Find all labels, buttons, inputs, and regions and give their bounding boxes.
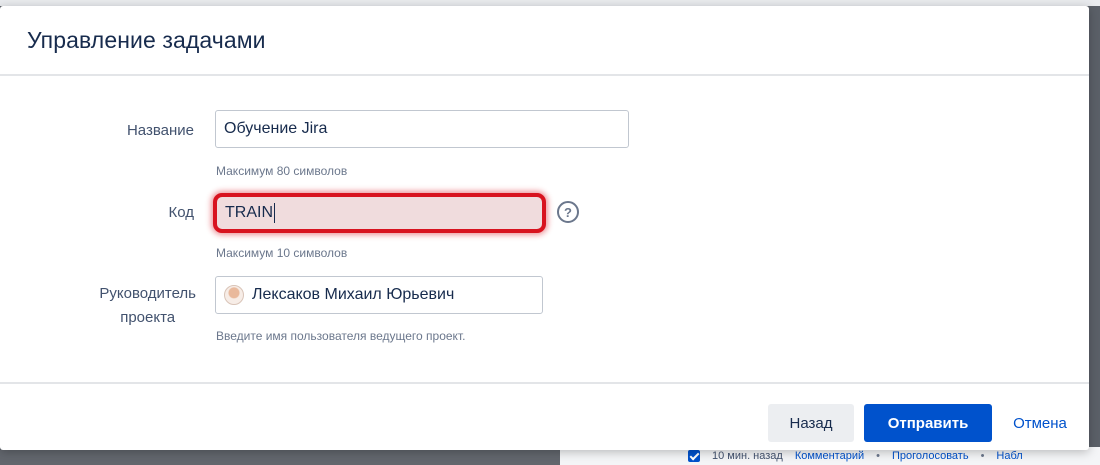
name-label: Название xyxy=(126,122,194,139)
name-input[interactable]: Обучение Jira xyxy=(215,110,629,148)
lead-label-line2: проекта xyxy=(120,309,176,326)
separator-dot-icon: • xyxy=(980,450,985,462)
user-avatar-icon xyxy=(224,285,244,305)
project-dialog: Управление задачами Название Обучение Ji… xyxy=(0,6,1089,450)
question-circle-icon[interactable]: ? xyxy=(557,201,579,223)
dialog-header: Управление задачами xyxy=(0,6,1089,76)
separator-dot-icon: • xyxy=(876,450,880,462)
cancel-link[interactable]: Отмена xyxy=(1002,404,1078,442)
dialog-title: Управление задачами xyxy=(27,26,266,53)
project-form: Название Обучение Jira Максимум 80 симво… xyxy=(0,76,1089,382)
lead-input-value: Лексаков Михаил Юрьевич xyxy=(252,286,455,303)
code-label: Код xyxy=(168,204,194,221)
code-hint: Максимум 10 символов xyxy=(216,246,348,260)
lead-hint: Введите имя пользователя ведущего проект… xyxy=(216,329,466,343)
dialog-footer: Назад Отправить Отмена xyxy=(0,382,1089,450)
lead-input[interactable]: Лексаков Михаил Юрьевич xyxy=(215,276,543,314)
text-cursor xyxy=(274,203,275,223)
checkbox-icon xyxy=(688,450,700,462)
lead-label: Руководитель проекта xyxy=(99,282,196,330)
lead-label-line1: Руководитель xyxy=(99,285,196,302)
back-button[interactable]: Назад xyxy=(768,404,854,442)
name-hint: Максимум 80 символов xyxy=(216,164,348,178)
background-time-ago: 10 мин. назад xyxy=(712,450,783,462)
background-comment-link: Комментарий xyxy=(794,450,865,462)
screen: 10 мин. назад Комментарий • Проголосоват… xyxy=(0,0,1100,465)
code-input-value: TRAIN xyxy=(225,204,273,221)
name-input-value: Обучение Jira xyxy=(224,120,328,137)
background-vote-link: Проголосовать xyxy=(892,450,969,462)
submit-button[interactable]: Отправить xyxy=(864,404,992,442)
background-watch-link: Набл xyxy=(996,450,1023,462)
code-input[interactable]: TRAIN xyxy=(213,193,546,233)
